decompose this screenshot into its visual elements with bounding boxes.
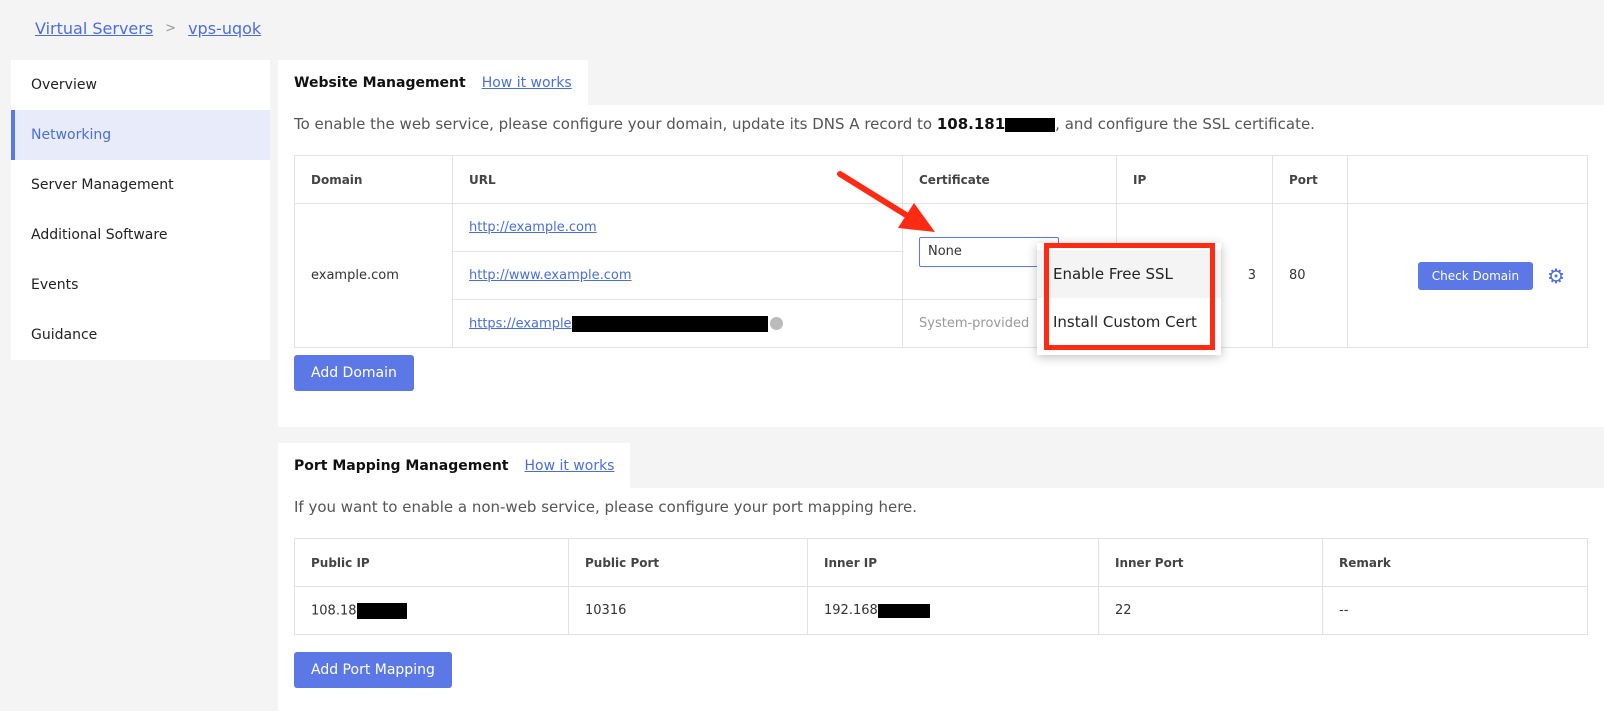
sidebar-item-additional-software[interactable]: Additional Software [11,210,270,260]
sidebar-item-overview[interactable]: Overview [11,60,270,110]
inner-ip-cell: 192.168 [807,586,1099,635]
column-header-port: Port [1272,155,1348,204]
redaction-bar [877,603,930,618]
port-mapping-description: If you want to enable a non-web service,… [294,498,918,516]
column-header-inner-ip: Inner IP [807,538,1099,587]
breadcrumb-virtual-servers[interactable]: Virtual Servers [35,19,153,38]
website-dns-ip: 108.181 [936,115,1006,133]
column-header-public-ip: Public IP [294,538,569,587]
website-how-it-works-link[interactable]: How it works [482,75,572,91]
inner-port-cell: 22 [1098,586,1323,635]
url-link-http[interactable]: http://example.com [469,220,597,235]
url-link-www[interactable]: http://www.example.com [469,268,632,283]
port-how-it-works-link[interactable]: How it works [524,458,614,474]
redaction-bar [571,315,768,332]
column-header-inner-port: Inner Port [1098,538,1323,587]
url-cell: http://www.example.com [452,251,903,300]
column-header-domain: Domain [294,155,453,204]
ip-value: 3 [1247,268,1256,283]
sidebar-item-guidance[interactable]: Guidance [11,310,270,360]
gear-icon[interactable]: ⚙ [1547,264,1565,288]
redaction-bar [356,602,407,619]
column-header-public-port: Public Port [568,538,808,587]
breadcrumb: Virtual Servers > vps-uqok [35,19,261,38]
sidebar-item-networking[interactable]: Networking [11,110,270,160]
url-cell: https://example [452,299,903,348]
breadcrumb-separator: > [165,21,177,36]
port-mapping-tab: Port Mapping Management How it works [278,443,631,488]
column-header-actions [1347,155,1588,204]
table-header-row: Public IP Public Port Inner IP Inner Por… [294,538,1588,587]
public-ip-value: 108.18 [311,603,357,618]
port-mapping-table: Public IP Public Port Inner IP Inner Por… [294,538,1588,635]
actions-cell: Check Domain ⚙ [1347,203,1588,348]
redaction-bar [1005,117,1056,132]
port-mapping-title: Port Mapping Management [294,457,509,474]
breadcrumb-current-vps[interactable]: vps-uqok [188,19,261,38]
public-port-cell: 10316 [568,586,808,635]
website-management-title: Website Management [294,74,466,91]
url-cell: http://example.com [452,203,903,252]
column-header-url: URL [452,155,903,204]
sidebar-item-events[interactable]: Events [11,260,270,310]
port-cell: 80 [1272,203,1348,348]
table-header-row: Domain URL Certificate IP Port [294,155,1588,204]
add-domain-button[interactable]: Add Domain [294,355,414,391]
port-mapping-panel: Port Mapping Management How it works If … [278,443,1604,711]
table-row: 108.18 10316 192.168 22 -- [294,586,1588,635]
url-link-https[interactable]: https://example [469,316,572,331]
website-desc-pre: To enable the web service, please config… [294,115,937,133]
website-management-tab: Website Management How it works [278,60,588,105]
website-desc-post: , and configure the SSL certificate. [1055,115,1315,133]
table-row: example.com http://example.com None 3 80… [294,203,1588,348]
website-management-panel: Website Management How it works To enabl… [278,60,1604,427]
info-icon[interactable] [769,317,783,330]
inner-ip-value: 192.168 [824,603,878,618]
sidebar: Overview Networking Server Management Ad… [11,60,270,360]
domain-table: Domain URL Certificate IP Port example.c… [294,155,1588,348]
highlight-box-annotation [1044,243,1215,350]
column-header-certificate: Certificate [902,155,1117,204]
check-domain-button[interactable]: Check Domain [1417,261,1534,290]
column-header-remark: Remark [1322,538,1588,587]
add-port-mapping-button[interactable]: Add Port Mapping [294,652,452,688]
column-header-ip: IP [1116,155,1273,204]
domain-cell: example.com [294,203,453,348]
sidebar-item-server-management[interactable]: Server Management [11,160,270,210]
remark-cell: -- [1322,586,1588,635]
public-ip-cell: 108.18 [294,586,569,635]
website-description: To enable the web service, please config… [294,115,1315,133]
